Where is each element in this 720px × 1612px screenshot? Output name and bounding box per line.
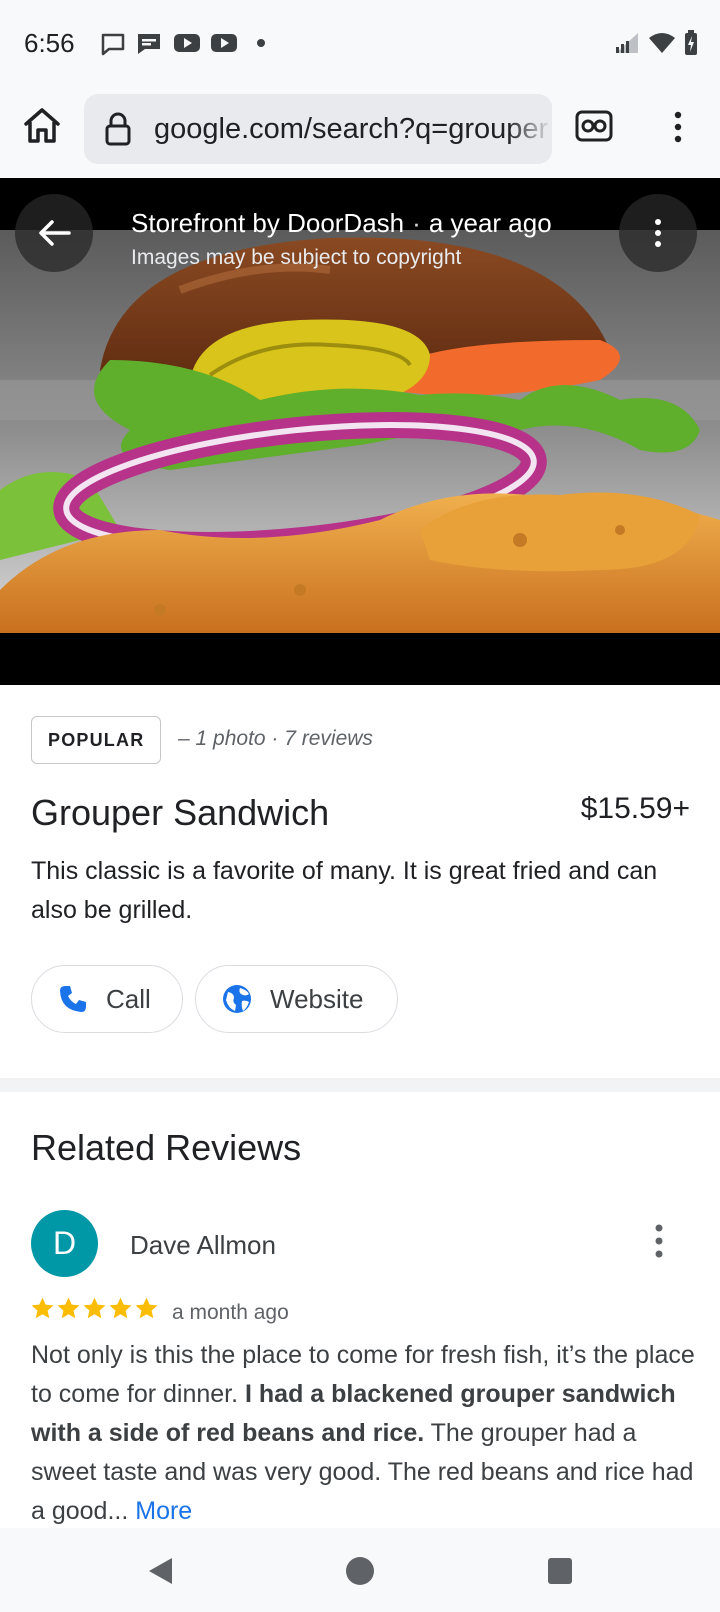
globe-icon	[223, 985, 251, 1013]
star-icon	[109, 1297, 132, 1319]
nav-back-icon[interactable]	[146, 1556, 174, 1586]
wifi-icon	[649, 33, 675, 53]
image-source-line: Storefront by DoorDash · a year ago	[131, 208, 552, 239]
chat-notification-icon	[138, 34, 160, 54]
address-bar[interactable]: google.com/search?q=grouper	[84, 94, 552, 164]
item-title: Grouper Sandwich	[31, 792, 330, 833]
back-button[interactable]	[15, 194, 93, 272]
more-vert-icon	[655, 219, 661, 247]
nav-home-icon[interactable]	[345, 1556, 375, 1586]
more-notifications-dot-icon	[257, 39, 265, 47]
separator: ·	[412, 208, 421, 238]
phone-icon	[60, 986, 86, 1012]
item-meta[interactable]: – 1 photo · 7 reviews	[178, 727, 373, 751]
nav-recents-icon[interactable]	[547, 1557, 573, 1585]
back-arrow-icon	[39, 220, 71, 246]
star-rating	[30, 1296, 159, 1321]
message-notification-icon	[101, 33, 125, 56]
more-link[interactable]: More	[135, 1497, 192, 1525]
battery-charging-icon	[685, 30, 697, 55]
image-viewer: Storefront by DoorDash · a year ago Images…	[0, 178, 720, 685]
avatar[interactable]: D	[31, 1210, 98, 1277]
call-button[interactable]: Call	[31, 965, 183, 1033]
image-source[interactable]: Storefront by DoorDash	[131, 208, 404, 238]
browser-toolbar: google.com/search?q=grouper	[0, 88, 720, 178]
youtube-notification-icon	[174, 34, 200, 52]
star-icon	[135, 1297, 158, 1319]
review-time: a month ago	[172, 1301, 289, 1324]
status-time: 6:56	[24, 28, 75, 58]
website-label: Website	[270, 983, 364, 1014]
call-label: Call	[106, 983, 151, 1014]
star-icon	[83, 1297, 106, 1319]
youtube-notification-icon	[211, 34, 237, 52]
status-bar: 6:56	[0, 0, 720, 88]
url-fade	[508, 94, 552, 164]
grouper-sandwich-photo[interactable]	[0, 230, 720, 633]
copyright-notice: Images may be subject to copyright	[131, 246, 462, 269]
image-age: a year ago	[428, 208, 552, 238]
item-price: $15.59+	[580, 792, 690, 825]
website-button[interactable]: Website	[195, 965, 398, 1033]
url-text[interactable]: google.com/search?q=grouper	[154, 113, 548, 146]
more-vert-icon[interactable]	[653, 1224, 665, 1258]
home-icon[interactable]	[22, 106, 62, 146]
popular-badge: POPULAR	[31, 716, 162, 764]
section-divider	[0, 1078, 720, 1092]
review-text: Not only is this the place to come for f…	[31, 1336, 696, 1531]
system-nav-bar	[0, 1528, 720, 1612]
star-icon	[31, 1297, 54, 1319]
reviewer-name[interactable]: Dave Allmon	[130, 1230, 276, 1261]
incognito-tab-icon[interactable]	[575, 110, 613, 142]
signal-icon	[616, 33, 638, 53]
more-vert-icon[interactable]	[670, 110, 686, 144]
star-icon	[57, 1297, 80, 1319]
image-options-button[interactable]	[619, 194, 697, 272]
item-description: This classic is a favorite of many. It i…	[31, 857, 658, 924]
lock-icon[interactable]	[104, 111, 132, 147]
related-reviews-title: Related Reviews	[31, 1127, 302, 1168]
